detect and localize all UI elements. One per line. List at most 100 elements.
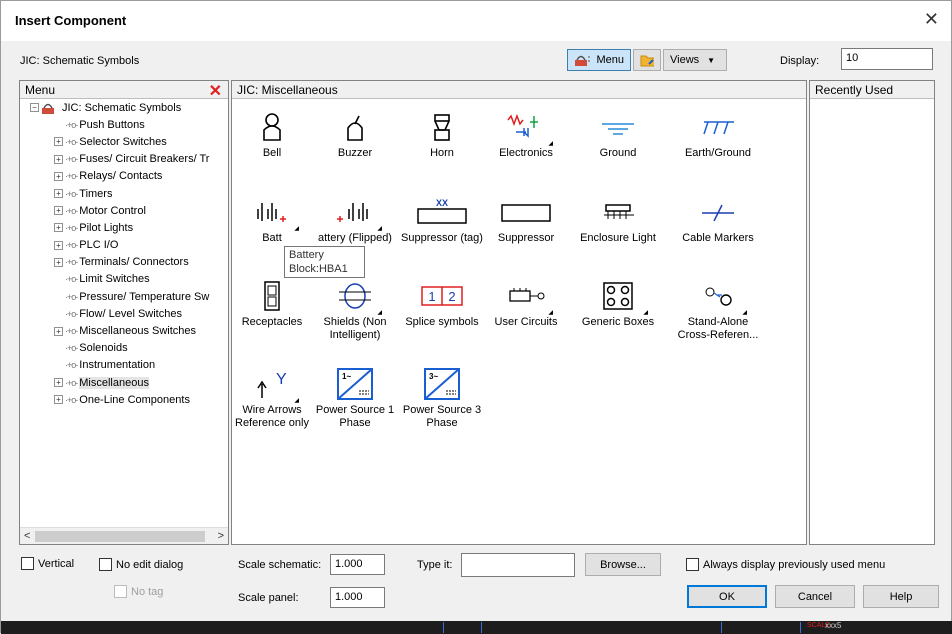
expand-icon[interactable]: +	[54, 395, 63, 405]
scrollbar-thumb[interactable]	[35, 531, 205, 542]
tree-item[interactable]: + ·+o- Miscellaneous	[22, 374, 228, 391]
expand-icon[interactable]: +	[54, 137, 63, 147]
close-menu-icon[interactable]: ✕	[209, 81, 222, 101]
symbol-tile[interactable]: Cable Markers	[673, 192, 763, 245]
symbol-tile[interactable]: Earth/Ground	[673, 107, 763, 160]
buzzer-icon	[312, 107, 398, 147]
no-edit-checkbox-box[interactable]	[99, 558, 112, 571]
submenu-arrow-icon: ◢	[742, 310, 747, 316]
symbol-tile[interactable]: XX Suppressor (tag)	[399, 192, 485, 245]
symbol-tile[interactable]: Bell	[229, 107, 315, 160]
tree-item[interactable]: + ·+o- Fuses/ Circuit Breakers/ Tr	[22, 151, 228, 168]
tree-item[interactable]: ·+o- Limit Switches	[22, 271, 228, 288]
symbol-tile[interactable]: 3~ Power Source 3 Phase	[399, 364, 485, 430]
tree-item[interactable]: + ·+o- Timers	[22, 185, 228, 202]
tree-item[interactable]: + ·+o- Pilot Lights	[22, 219, 228, 236]
horizontal-scrollbar[interactable]: < >	[20, 527, 228, 544]
tree-line-icon: ·+o-	[65, 154, 78, 165]
tree-item[interactable]: ·+o- Solenoids	[22, 340, 228, 357]
symbol-label: Bell	[262, 147, 282, 159]
expand-icon[interactable]: +	[54, 154, 63, 164]
tree-item[interactable]: ·+o- Flow/ Level Switches	[22, 305, 228, 322]
no-edit-dialog-checkbox[interactable]: No edit dialog	[99, 558, 183, 571]
tree-item[interactable]: + ·+o- Selector Switches	[22, 133, 228, 150]
expand-icon[interactable]: +	[54, 240, 63, 250]
no-tag-checkbox[interactable]: No tag	[114, 585, 163, 598]
tree-item[interactable]: + ·+o- PLC I/O	[22, 237, 228, 254]
type-it-input[interactable]	[461, 553, 575, 577]
menu-tree: − JIC: Schematic Symbols ·+o- Push Buttons +…	[20, 99, 228, 408]
menu-tree-icon	[575, 55, 591, 66]
expand-icon[interactable]: +	[54, 171, 63, 181]
window-title: Insert Component	[15, 13, 127, 28]
wire-arrow-icon: Y ◢	[229, 364, 315, 404]
tree-item-label: Pressure/ Temperature Sw	[79, 290, 210, 303]
scale-panel-input[interactable]: 1.000	[330, 587, 385, 608]
receptacle-icon	[229, 276, 315, 316]
tree-root-item[interactable]: − JIC: Schematic Symbols	[22, 99, 228, 116]
symbol-label: Suppressor	[497, 232, 555, 244]
symbol-tile[interactable]: Enclosure Light	[572, 192, 664, 245]
symbol-tile[interactable]: Horn	[399, 107, 485, 160]
vertical-checkbox[interactable]: Vertical	[21, 557, 74, 570]
symbol-tile[interactable]: Suppressor	[483, 192, 569, 245]
tree-item[interactable]: + ·+o- Miscellaneous Switches	[22, 322, 228, 339]
expand-icon[interactable]: +	[54, 223, 63, 233]
tree-item-label: PLC I/O	[79, 239, 119, 252]
scroll-left-icon[interactable]: <	[24, 530, 30, 542]
menu-toggle-button[interactable]: Menu	[567, 49, 631, 71]
symbol-tile[interactable]: Buzzer	[312, 107, 398, 160]
symbol-tile[interactable]: ◢ Stand-Alone Cross-Referen...	[673, 276, 763, 342]
scale-panel-label: Scale panel:	[238, 592, 299, 604]
symbol-tile[interactable]: Y ◢ Wire Arrows Reference only	[229, 364, 315, 430]
tree-item[interactable]: ·+o- Pressure/ Temperature Sw	[22, 288, 228, 305]
expand-icon[interactable]: +	[54, 189, 63, 199]
tree-item[interactable]: ·+o- Push Buttons	[22, 116, 228, 133]
tree-item-label: Terminals/ Connectors	[79, 256, 189, 269]
expand-icon[interactable]: +	[54, 257, 63, 267]
symbol-tile[interactable]: ◢ Batt	[229, 192, 315, 245]
symbol-label: Buzzer	[337, 147, 373, 159]
symbol-tile[interactable]: ◢ attery (Flipped)	[312, 192, 398, 245]
close-icon[interactable]: ✕	[924, 9, 939, 30]
expand-icon[interactable]: +	[54, 326, 63, 336]
vertical-checkbox-box[interactable]	[21, 557, 34, 570]
tree-line-icon: ·+o-	[65, 222, 78, 233]
menu-panel: Menu ✕ − JIC: Schematic Symbols ·+o- Push B…	[19, 80, 229, 545]
no-tag-checkbox-box[interactable]	[114, 585, 127, 598]
symbol-tile[interactable]: Receptacles	[229, 276, 315, 329]
symbol-label: Suppressor (tag)	[401, 232, 483, 244]
scroll-right-icon[interactable]: >	[218, 530, 224, 542]
symbol-tile[interactable]: 1 2 Splice symbols	[399, 276, 485, 329]
symbol-tile[interactable]: ◢ User Circuits	[483, 276, 569, 329]
symbol-tile[interactable]: ◢ Electronics	[483, 107, 569, 160]
help-button[interactable]: Help	[863, 585, 939, 608]
tree-item-label: One-Line Components	[79, 393, 190, 406]
expand-icon[interactable]: +	[54, 378, 63, 388]
symbol-tile[interactable]: 1~ Power Source 1 Phase	[312, 364, 398, 430]
scale-schematic-input[interactable]: 1.000	[330, 554, 385, 575]
symbol-tile[interactable]: Ground	[572, 107, 664, 160]
display-label: Display:	[780, 55, 820, 67]
collapse-icon[interactable]: −	[30, 103, 39, 113]
tree-item[interactable]: + ·+o- Terminals/ Connectors	[22, 254, 228, 271]
tree-item[interactable]: ·+o- Instrumentation	[22, 357, 228, 374]
tree-item[interactable]: + ·+o- One-Line Components	[22, 391, 228, 408]
folder-button[interactable]	[633, 49, 661, 71]
tree-item[interactable]: + ·+o- Motor Control	[22, 202, 228, 219]
views-dropdown[interactable]: Views ▼	[663, 49, 727, 71]
symbol-tile[interactable]: ◢ Shields (Non Intelligent)	[312, 276, 398, 342]
symbol-label: Power Source 1 Phase	[315, 404, 395, 429]
ok-button[interactable]: OK	[687, 585, 767, 608]
grid-panel-title: JIC: Miscellaneous	[237, 83, 338, 97]
tree-item[interactable]: + ·+o- Relays/ Contacts	[22, 168, 228, 185]
always-display-checkbox-box[interactable]	[686, 558, 699, 571]
browse-button[interactable]: Browse...	[585, 553, 661, 576]
always-display-checkbox[interactable]: Always display previously used menu	[686, 558, 885, 571]
symbol-label: Power Source 3 Phase	[402, 404, 482, 429]
expand-icon[interactable]: +	[54, 206, 63, 216]
symbol-tile[interactable]: ◢ Generic Boxes	[572, 276, 664, 329]
symbol-label: Receptacles	[241, 316, 303, 328]
display-count-input[interactable]: 10	[841, 48, 933, 70]
cancel-button[interactable]: Cancel	[775, 585, 855, 608]
